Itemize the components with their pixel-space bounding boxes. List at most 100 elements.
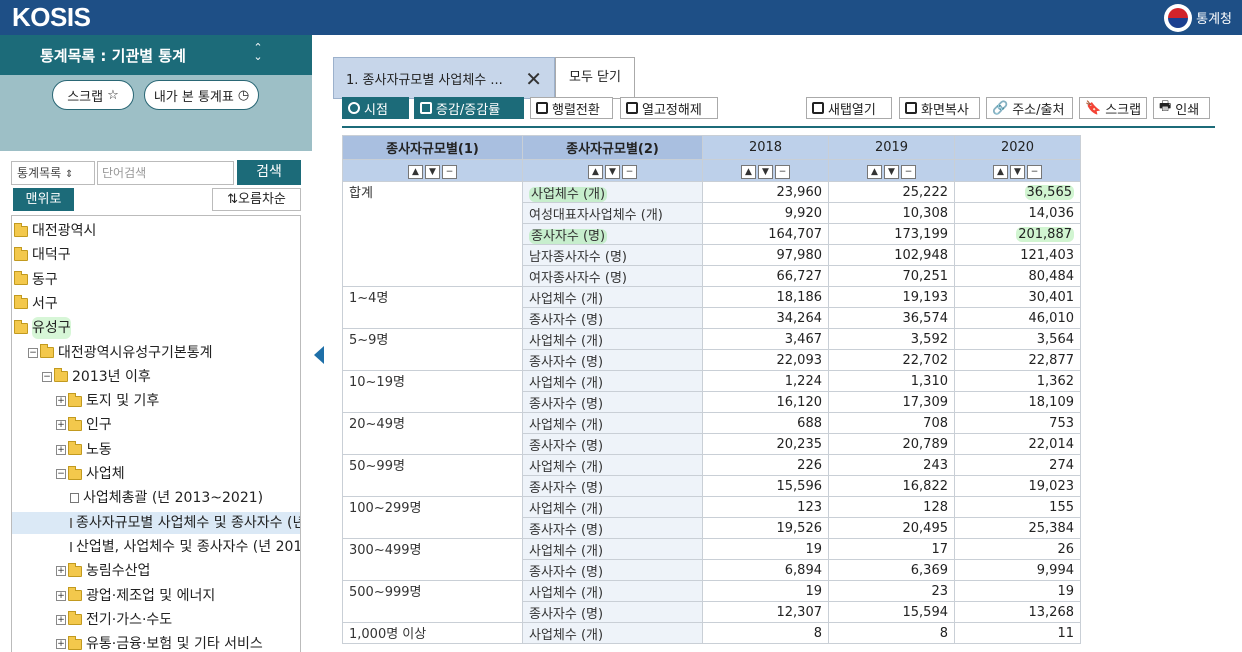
sort-down-icon[interactable]: ▼ xyxy=(758,164,773,179)
category-select[interactable]: 통계목록 ⇕ xyxy=(11,161,95,185)
row-item: 여자종사자수 (명) xyxy=(522,265,703,287)
tree-node[interactable]: + 유통·금융·보험 및 기타 서비스 xyxy=(12,633,300,652)
tree-node[interactable]: + 토지 및 기후 xyxy=(12,390,300,412)
remove-column-icon[interactable]: − xyxy=(775,164,790,179)
row-item: 사업체수 (개) xyxy=(522,286,703,308)
tree-node[interactable]: + 광업·제조업 및 에너지 xyxy=(12,585,300,607)
sort-up-icon[interactable]: ▲ xyxy=(588,164,603,179)
tree-node[interactable]: 대전광역시 xyxy=(12,220,300,242)
tree-node-label: 산업별, 사업체수 및 종사자수 (년 2013 xyxy=(76,538,301,555)
row-category: 10~19명 xyxy=(342,370,523,413)
close-all-tabs-button[interactable]: 모두 닫기 xyxy=(555,57,635,99)
go-top-button[interactable]: 맨위로 xyxy=(13,188,74,211)
folder-icon xyxy=(14,246,28,261)
address-source-button[interactable]: 🔗 주소/출처 xyxy=(986,97,1073,119)
search-button[interactable]: 검색 xyxy=(237,160,301,185)
table-cell: 70,251 xyxy=(828,265,955,287)
new-tab-button[interactable]: 새탭열기 xyxy=(806,97,892,119)
collapse-node-icon[interactable]: − xyxy=(56,469,66,479)
sort-down-icon[interactable]: ▼ xyxy=(884,164,899,179)
remove-column-icon[interactable]: − xyxy=(442,164,457,179)
screen-copy-button[interactable]: 화면복사 xyxy=(899,97,980,119)
tree-node[interactable]: + 인구 xyxy=(12,414,300,436)
column-header-year[interactable]: 2018 xyxy=(702,135,829,160)
time-button[interactable]: 시점 xyxy=(342,97,409,119)
column-header-size2[interactable]: 종사자규모별(2) xyxy=(522,135,703,160)
cell-value: 30,401 xyxy=(1028,289,1075,305)
expand-node-icon[interactable]: + xyxy=(56,566,66,577)
row-item: 사업체수 (개) xyxy=(522,181,703,203)
remove-column-icon[interactable]: − xyxy=(901,164,916,179)
change-rate-button[interactable]: 증감/증감률 xyxy=(414,97,524,119)
cell-value: 3,564 xyxy=(1036,331,1074,347)
pivot-button[interactable]: 행렬전환 xyxy=(530,97,613,119)
row-item: 종사자수 (명) xyxy=(522,391,703,413)
table-cell: 36,574 xyxy=(828,307,955,329)
scrap-button[interactable]: 스크랩 ☆ xyxy=(52,80,134,110)
cell-value: 12,307 xyxy=(776,604,823,620)
toolbar-scrap-button[interactable]: 🔖 스크랩 xyxy=(1079,97,1147,119)
tree-node[interactable]: + 전기·가스·수도 xyxy=(12,609,300,631)
table-cell: 20,789 xyxy=(828,433,955,455)
table-cell: 15,594 xyxy=(828,601,955,623)
tree-node[interactable]: 동구 xyxy=(12,269,300,291)
org-brand[interactable]: 통계청 xyxy=(1164,2,1232,33)
unfreeze-columns-button[interactable]: 열고정해제 xyxy=(620,97,718,119)
table-cell: 123 xyxy=(702,496,829,518)
tree-node[interactable]: − 2013년 이후 xyxy=(12,366,300,388)
table-cell: 16,822 xyxy=(828,475,955,497)
folder-icon xyxy=(14,222,28,237)
my-viewed-tables-button[interactable]: 내가 본 통계표 ◷ xyxy=(144,80,259,110)
tab-active[interactable]: 1. 종사자규모별 사업체수 ... ✕ xyxy=(333,57,555,99)
sort-down-icon[interactable]: ▼ xyxy=(1010,164,1025,179)
tree-node[interactable]: 대덕구 xyxy=(12,244,300,266)
cell-value: 23,960 xyxy=(776,184,823,200)
collapse-node-icon[interactable]: − xyxy=(28,347,38,358)
cell-value: 66,727 xyxy=(776,268,823,284)
table-cell: 3,592 xyxy=(828,328,955,350)
my-table-label: 내가 본 통계표 xyxy=(153,89,234,105)
tree-node[interactable]: 종사자규모별 사업체수 및 종사자수 (년 xyxy=(12,511,300,534)
expand-node-icon[interactable]: + xyxy=(56,614,66,625)
sort-down-icon[interactable]: ▼ xyxy=(425,164,440,179)
cell-value: 164,707 xyxy=(768,226,822,242)
collapse-sidebar-icon[interactable] xyxy=(314,346,324,364)
remove-column-icon[interactable]: − xyxy=(1027,164,1042,179)
row-item: 종사자수 (명) xyxy=(522,601,703,623)
print-button[interactable]: 🖶 인쇄 xyxy=(1153,97,1210,119)
folder-icon xyxy=(14,295,28,310)
expand-node-icon[interactable]: + xyxy=(56,444,66,455)
sort-up-icon[interactable]: ▲ xyxy=(741,164,756,179)
column-header-year[interactable]: 2019 xyxy=(828,135,955,160)
column-header-year[interactable]: 2020 xyxy=(954,135,1081,160)
tree-node[interactable]: − 사업체 xyxy=(12,463,300,485)
sort-up-icon[interactable]: ▲ xyxy=(408,164,423,179)
expand-node-icon[interactable]: + xyxy=(56,639,66,650)
kosis-logo[interactable]: KOSIS xyxy=(12,2,91,33)
tree-node[interactable]: 산업별, 사업체수 및 종사자수 (년 2013 xyxy=(12,536,301,558)
sort-down-icon[interactable]: ▼ xyxy=(605,164,620,179)
tree-node[interactable]: + 농림수산업 xyxy=(12,560,300,582)
scrap-label: 스크랩 xyxy=(67,89,104,105)
keyword-input[interactable]: 단어검색 xyxy=(97,161,234,185)
expand-node-icon[interactable]: + xyxy=(56,420,66,431)
collapse-node-icon[interactable]: − xyxy=(42,371,52,382)
sort-up-icon[interactable]: ▲ xyxy=(867,164,882,179)
table-cell: 226 xyxy=(702,454,829,476)
sort-ascending-button[interactable]: ⇅오름차순 xyxy=(212,188,301,211)
close-icon[interactable]: ✕ xyxy=(525,67,542,91)
cell-value: 1,224 xyxy=(784,373,822,389)
remove-column-icon[interactable]: − xyxy=(622,164,637,179)
tree-node[interactable]: 서구 xyxy=(12,293,300,315)
column-header-size1[interactable]: 종사자규모별(1) xyxy=(342,135,523,160)
tree-node[interactable]: + 노동 xyxy=(12,439,300,461)
up-down-toggle-icon[interactable]: ⌃ ⌄ xyxy=(250,42,266,65)
sort-up-icon[interactable]: ▲ xyxy=(993,164,1008,179)
expand-node-icon[interactable]: + xyxy=(56,590,66,601)
tree-node-label: 서구 xyxy=(32,295,58,312)
expand-node-icon[interactable]: + xyxy=(56,396,66,407)
tree-node[interactable]: 유성구 xyxy=(12,317,300,340)
table-cell: 22,702 xyxy=(828,349,955,371)
tree-node[interactable]: − 대전광역시유성구기본통계 xyxy=(12,342,300,364)
tree-node[interactable]: 사업체총괄 (년 2013~2021) xyxy=(12,487,300,509)
